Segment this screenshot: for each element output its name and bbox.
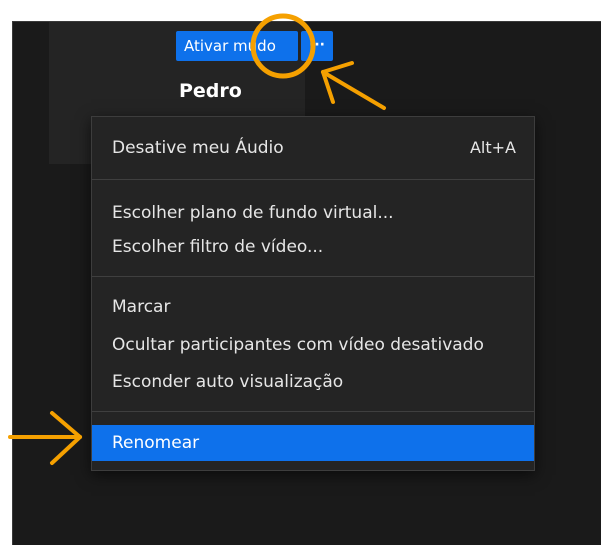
menu-divider <box>92 276 534 277</box>
menu-item-video-filter[interactable]: Escolher filtro de vídeo... <box>92 230 534 264</box>
menu-item-hide-non-video[interactable]: Ocultar participantes com vídeo desativa… <box>92 328 534 362</box>
participant-context-menu: Desative meu Áudio Alt+A Escolher plano … <box>91 116 535 471</box>
menu-item-mute-audio[interactable]: Desative meu Áudio Alt+A <box>92 131 534 165</box>
menu-item-label: Ocultar participantes com vídeo desativa… <box>112 335 484 355</box>
menu-item-label: Renomear <box>112 433 200 453</box>
menu-item-label: Esconder auto visualização <box>112 372 344 392</box>
menu-item-virtual-background[interactable]: Escolher plano de fundo virtual... <box>92 196 534 230</box>
menu-divider <box>92 179 534 180</box>
more-options-button[interactable]: ··· <box>301 31 333 61</box>
keyboard-shortcut: Alt+A <box>469 138 516 157</box>
menu-item-rename[interactable]: Renomear <box>92 425 534 461</box>
menu-item-label: Escolher plano de fundo virtual... <box>112 203 394 223</box>
menu-divider <box>92 411 534 412</box>
menu-item-mark[interactable]: Marcar <box>92 290 534 324</box>
menu-item-label: Desative meu Áudio <box>112 138 284 158</box>
menu-item-hide-self-view[interactable]: Esconder auto visualização <box>92 365 534 399</box>
participant-name: Pedro <box>179 80 242 102</box>
menu-item-label: Escolher filtro de vídeo... <box>112 237 324 257</box>
meeting-window: Ativar mudo ··· Pedro Desative meu Áudio… <box>12 21 601 545</box>
mute-participant-button[interactable]: Ativar mudo <box>176 31 298 61</box>
menu-item-label: Marcar <box>112 297 171 317</box>
